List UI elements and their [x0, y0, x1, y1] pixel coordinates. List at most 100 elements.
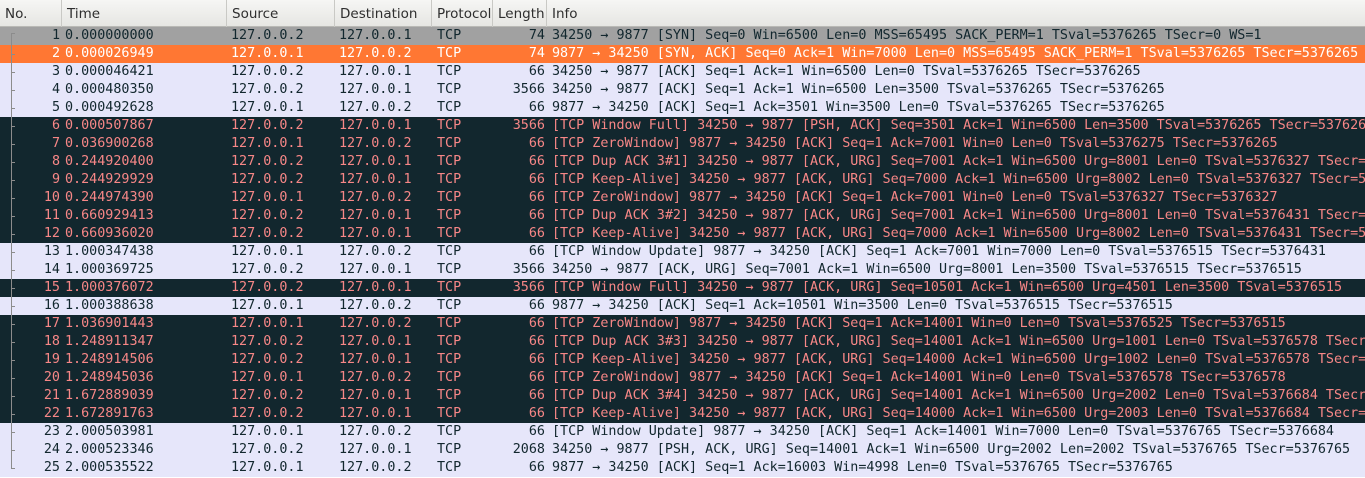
cell-time: 1.248945036: [65, 370, 154, 385]
packet-row[interactable]: 19 1.248914506 127.0.0.2 127.0.0.1 TCP 66 [TCP…: [0, 351, 1365, 369]
packet-row[interactable]: 23 2.000503981 127.0.0.1 127.0.0.2 TCP 66 [TCP…: [0, 423, 1365, 441]
packet-row[interactable]: 4 0.000480350 127.0.0.2 127.0.0.1 TCP 3566 342…: [0, 81, 1365, 99]
cell-protocol: TCP: [437, 154, 462, 169]
cell-info: 9877 → 34250 [ACK] Seq=1 Ack=10501 Win=3…: [552, 298, 1173, 313]
packet-row[interactable]: 8 0.244920400 127.0.0.2 127.0.0.1 TCP 66 [TCP …: [0, 153, 1365, 171]
cell-source: 127.0.0.2: [231, 226, 304, 241]
cell-protocol: TCP: [437, 208, 462, 223]
packet-row[interactable]: 9 0.244929929 127.0.0.2 127.0.0.1 TCP 66 [TCP …: [0, 171, 1365, 189]
packet-row[interactable]: 7 0.036900268 127.0.0.1 127.0.0.2 TCP 66 [TCP …: [0, 135, 1365, 153]
packet-row[interactable]: 13 1.000347438 127.0.0.1 127.0.0.2 TCP 66 [TCP…: [0, 243, 1365, 261]
cell-source: 127.0.0.1: [231, 424, 304, 439]
cell-length: 3566: [512, 280, 545, 295]
cell-destination: 127.0.0.1: [339, 262, 412, 277]
cell-destination: 127.0.0.1: [339, 388, 412, 403]
cell-info: [TCP Keep-Alive] 34250 → 9877 [ACK, URG]…: [552, 172, 1365, 187]
column-header-info[interactable]: Info: [547, 0, 1365, 27]
packet-row[interactable]: 24 2.000523346 127.0.0.2 127.0.0.1 TCP 2068 34…: [0, 441, 1365, 459]
packet-row[interactable]: 20 1.248945036 127.0.0.1 127.0.0.2 TCP 66 [TCP…: [0, 369, 1365, 387]
cell-length: 66: [528, 172, 545, 187]
packet-list[interactable]: No. Time Source Destination Protocol Len…: [0, 0, 1365, 478]
cell-time: 1.000369725: [65, 262, 154, 277]
cell-no: 7: [51, 136, 60, 151]
packet-row[interactable]: 25 2.000535522 127.0.0.1 127.0.0.2 TCP 66 9877…: [0, 459, 1365, 477]
cell-length: 66: [528, 100, 545, 115]
cell-source: 127.0.0.2: [231, 388, 304, 403]
cell-protocol: TCP: [437, 406, 462, 421]
cell-destination: 127.0.0.2: [339, 190, 412, 205]
cell-destination: 127.0.0.2: [339, 298, 412, 313]
packet-row[interactable]: 12 0.660936020 127.0.0.2 127.0.0.1 TCP 66 [TCP…: [0, 225, 1365, 243]
cell-source: 127.0.0.1: [231, 46, 304, 61]
cell-info: 34250 → 9877 [ACK] Seq=1 Ack=1 Win=6500 …: [552, 82, 1165, 97]
packet-row[interactable]: 3 0.000046421 127.0.0.2 127.0.0.1 TCP 66 34250…: [0, 63, 1365, 81]
cell-no: 14: [43, 262, 60, 277]
packet-row[interactable]: 22 1.672891763 127.0.0.2 127.0.0.1 TCP 66 [TCP…: [0, 405, 1365, 423]
packet-row[interactable]: 1 0.000000000 127.0.0.2 127.0.0.1 TCP 74 34250…: [0, 27, 1365, 45]
cell-no: 15: [43, 280, 60, 295]
column-header-destination[interactable]: Destination: [335, 0, 432, 27]
cell-source: 127.0.0.2: [231, 334, 304, 349]
packet-row[interactable]: 18 1.248911347 127.0.0.2 127.0.0.1 TCP 66 [TCP…: [0, 333, 1365, 351]
column-header-length[interactable]: Length: [493, 0, 547, 27]
packet-row[interactable]: 14 1.000369725 127.0.0.2 127.0.0.1 TCP 3566 34…: [0, 261, 1365, 279]
cell-info: [TCP Keep-Alive] 34250 → 9877 [ACK, URG]…: [552, 352, 1365, 367]
packet-row[interactable]: 11 0.660929413 127.0.0.2 127.0.0.1 TCP 66 [TCP…: [0, 207, 1365, 225]
packet-row[interactable]: 5 0.000492628 127.0.0.1 127.0.0.2 TCP 66 9877 …: [0, 99, 1365, 117]
cell-length: 74: [528, 46, 545, 61]
cell-protocol: TCP: [437, 226, 462, 241]
cell-source: 127.0.0.1: [231, 136, 304, 151]
cell-source: 127.0.0.1: [231, 298, 304, 313]
packet-row[interactable]: 6 0.000507867 127.0.0.2 127.0.0.1 TCP 3566 [TC…: [0, 117, 1365, 135]
cell-protocol: TCP: [437, 118, 462, 133]
column-header-source[interactable]: Source: [227, 0, 335, 27]
cell-info: 34250 → 9877 [ACK, URG] Seq=7001 Ack=1 W…: [552, 262, 1302, 277]
cell-time: 1.672889039: [65, 388, 154, 403]
cell-protocol: TCP: [437, 172, 462, 187]
cell-info: [TCP ZeroWindow] 9877 → 34250 [ACK] Seq=…: [552, 190, 1278, 205]
cell-destination: 127.0.0.1: [339, 352, 412, 367]
packet-row[interactable]: 15 1.000376072 127.0.0.2 127.0.0.1 TCP 3566 [T…: [0, 279, 1365, 297]
column-header-time[interactable]: Time: [62, 0, 227, 27]
cell-protocol: TCP: [437, 316, 462, 331]
packet-row[interactable]: 16 1.000388638 127.0.0.1 127.0.0.2 TCP 66 9877…: [0, 297, 1365, 315]
cell-length: 66: [528, 154, 545, 169]
cell-destination: 127.0.0.1: [339, 406, 412, 421]
cell-destination: 127.0.0.1: [339, 82, 412, 97]
column-header-protocol[interactable]: Protocol: [432, 0, 493, 27]
cell-time: 0.000026949: [65, 46, 154, 61]
cell-length: 66: [528, 316, 545, 331]
cell-time: 0.244974390: [65, 190, 154, 205]
cell-info: [TCP Dup ACK 3#1] 34250 → 9877 [ACK, URG…: [552, 154, 1365, 169]
cell-source: 127.0.0.2: [231, 28, 304, 43]
cell-time: 1.248914506: [65, 352, 154, 367]
cell-protocol: TCP: [437, 46, 462, 61]
packet-row[interactable]: 10 0.244974390 127.0.0.1 127.0.0.2 TCP 66 [TCP…: [0, 189, 1365, 207]
cell-info: 34250 → 9877 [ACK] Seq=1 Ack=1 Win=6500 …: [552, 64, 1141, 79]
packet-row[interactable]: 17 1.036901443 127.0.0.1 127.0.0.2 TCP 66 [TCP…: [0, 315, 1365, 333]
cell-time: 2.000523346: [65, 442, 154, 457]
cell-source: 127.0.0.2: [231, 172, 304, 187]
cell-info: 9877 → 34250 [SYN, ACK] Seq=0 Ack=1 Win=…: [552, 46, 1365, 61]
cell-no: 16: [43, 298, 60, 313]
cell-no: 19: [43, 352, 60, 367]
cell-time: 1.000376072: [65, 280, 154, 295]
cell-protocol: TCP: [437, 460, 462, 475]
packet-rows: 1 0.000000000 127.0.0.2 127.0.0.1 TCP 74 34250…: [0, 27, 1365, 477]
packet-row[interactable]: 2 0.000026949 127.0.0.1 127.0.0.2 TCP 74 9877 …: [0, 45, 1365, 63]
cell-destination: 127.0.0.2: [339, 100, 412, 115]
cell-protocol: TCP: [437, 388, 462, 403]
cell-protocol: TCP: [437, 136, 462, 151]
column-header-bar: No. Time Source Destination Protocol Len…: [0, 0, 1365, 27]
cell-length: 3566: [512, 82, 545, 97]
cell-source: 127.0.0.2: [231, 118, 304, 133]
cell-time: 0.244929929: [65, 172, 154, 187]
column-header-no[interactable]: No.: [0, 0, 62, 27]
cell-destination: 127.0.0.2: [339, 370, 412, 385]
cell-info: [TCP ZeroWindow] 9877 → 34250 [ACK] Seq=…: [552, 370, 1286, 385]
cell-length: 66: [528, 244, 545, 259]
cell-no: 10: [43, 190, 60, 205]
packet-row[interactable]: 21 1.672889039 127.0.0.2 127.0.0.1 TCP 66 [TCP…: [0, 387, 1365, 405]
cell-time: 0.000492628: [65, 100, 154, 115]
cell-protocol: TCP: [437, 442, 462, 457]
